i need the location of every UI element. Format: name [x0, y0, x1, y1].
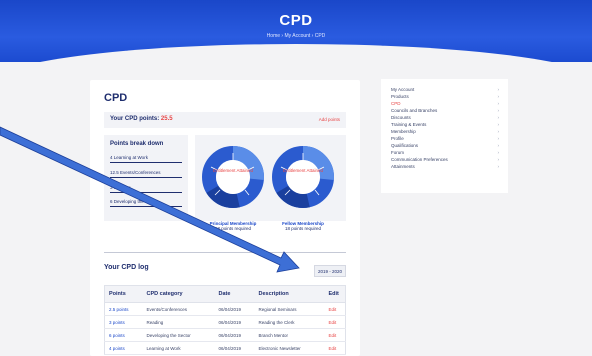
- annotation-arrow: [0, 126, 300, 273]
